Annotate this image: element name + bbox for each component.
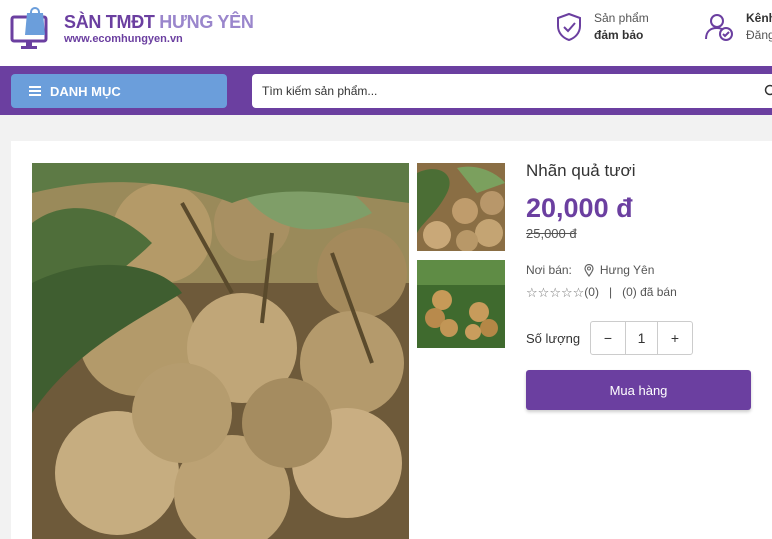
product-thumbnail[interactable] xyxy=(417,260,505,348)
product-name: Nhãn quả tươi xyxy=(526,161,636,180)
rating-row: ☆ ☆ ☆ ☆ ☆ (0) | (0) đã bán xyxy=(526,285,766,299)
brand-url: www.ecomhungyen.vn xyxy=(64,33,183,45)
site-logo[interactable]: SÀN TMĐT HƯNG YÊN www.ecomhungyen.vn xyxy=(10,6,254,52)
star-outline-icon: ☆ xyxy=(549,284,561,300)
product-main-image[interactable] xyxy=(32,163,409,539)
category-menu-button[interactable]: DANH MỤC xyxy=(11,74,227,108)
separator: | xyxy=(608,285,613,299)
site-header: SÀN TMĐT HƯNG YÊN www.ecomhungyen.vn Sản… xyxy=(0,0,772,66)
logo-bag-icon xyxy=(10,7,48,49)
guarantee-line1: Sản phẩm xyxy=(594,11,649,25)
rating-count: (0) xyxy=(584,285,599,299)
menu-icon xyxy=(29,86,41,96)
quantity-row: Số lượng − 1 + xyxy=(526,321,693,355)
quantity-decrease-button[interactable]: − xyxy=(591,322,625,354)
product-card: Nhãn quả tươi 20,000 đ 25,000 đ Nơi bán:… xyxy=(11,141,772,539)
account-line1: Kênh xyxy=(746,11,772,25)
product-thumbnail[interactable] xyxy=(417,163,505,251)
quantity-input[interactable]: 1 xyxy=(625,322,658,354)
seller-location: Hưng Yên xyxy=(599,263,655,277)
search-icon[interactable] xyxy=(764,84,772,98)
nav-bar: DANH MỤC xyxy=(0,66,772,115)
search-input[interactable] xyxy=(262,74,752,108)
rating-stars: ☆ ☆ ☆ ☆ ☆ xyxy=(526,286,584,299)
product-info: Nhãn quả tươi 20,000 đ 25,000 đ Nơi bán:… xyxy=(526,161,766,410)
account-line2: Đăng xyxy=(746,28,772,42)
seller-row: Nơi bán: Hưng Yên xyxy=(526,263,766,277)
buy-button[interactable]: Mua hàng xyxy=(526,370,751,410)
product-price: 20,000 đ xyxy=(526,193,633,223)
shield-check-icon xyxy=(557,12,581,42)
quantity-increase-button[interactable]: + xyxy=(658,322,692,354)
brand-name: SÀN TMĐT HƯNG YÊN xyxy=(64,12,254,32)
star-outline-icon: ☆ xyxy=(526,284,538,300)
star-outline-icon: ☆ xyxy=(560,284,573,300)
guarantee-block: Sản phẩm đảm bảo xyxy=(556,10,649,44)
quantity-label: Số lượng xyxy=(526,330,581,346)
star-outline-icon: ☆ xyxy=(537,284,550,300)
user-check-icon xyxy=(705,14,733,41)
quantity-stepper: − 1 + xyxy=(590,321,693,355)
category-menu-label: DANH MỤC xyxy=(50,83,121,99)
star-outline-icon: ☆ xyxy=(572,284,585,300)
guarantee-line2: đảm bảo xyxy=(594,28,644,42)
location-pin-icon xyxy=(584,263,594,277)
product-old-price: 25,000 đ xyxy=(526,226,577,241)
search-bar xyxy=(252,74,772,108)
account-block[interactable]: Kênh Đăng xyxy=(704,10,772,44)
sold-count: (0) đã bán xyxy=(622,285,677,299)
seller-label: Nơi bán: xyxy=(526,263,572,277)
